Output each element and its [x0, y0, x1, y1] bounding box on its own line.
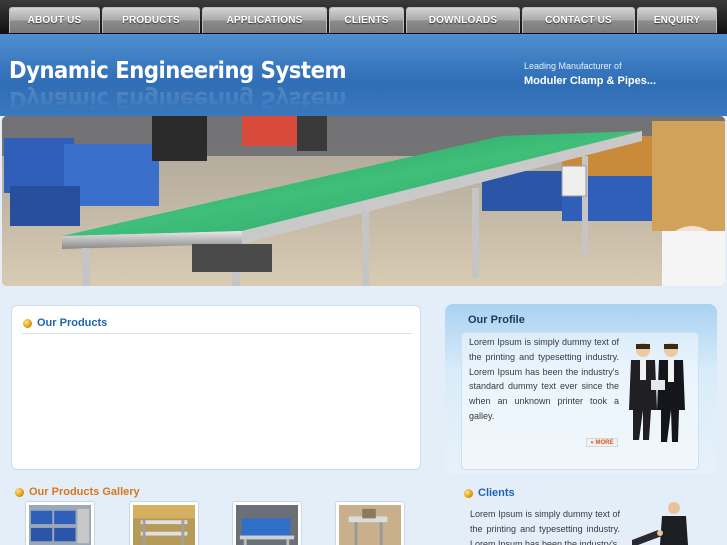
- our-profile-title: Our Profile: [468, 314, 525, 326]
- products-gallery-title: Our Products Gallery: [29, 486, 140, 498]
- header-tagline-bold: Moduler Clamp & Pipes...: [524, 75, 657, 87]
- our-products-title: Our Products: [37, 317, 108, 329]
- bullet-icon: [464, 488, 473, 498]
- gallery-image: [29, 505, 91, 545]
- hero-banner-image: [2, 116, 725, 286]
- nav-contact-us[interactable]: CONTACT US: [522, 7, 635, 33]
- divider: [22, 333, 412, 334]
- bullet-icon: [23, 318, 32, 328]
- site-brand-reflection: Dynamic Engineering System: [9, 86, 347, 112]
- conveyor-photo: [2, 116, 725, 286]
- nav-downloads[interactable]: DOWNLOADS: [406, 7, 520, 33]
- bullet-icon: [15, 487, 24, 497]
- header-tagline-small: Leading Manufacturer of: [524, 61, 622, 71]
- gallery-thumb[interactable]: [335, 501, 405, 545]
- gallery-thumb[interactable]: [232, 501, 302, 545]
- our-profile-panel: Our Profile Lorem Ipsum is simply dummy …: [445, 304, 717, 474]
- gallery-image: [133, 505, 195, 545]
- clients-title: Clients: [478, 487, 515, 499]
- site-header: Dynamic Engineering System Dynamic Engin…: [0, 34, 727, 116]
- clients-text: Lorem Ipsum is simply dummy text of the …: [470, 509, 620, 545]
- gallery-thumb[interactable]: [25, 501, 95, 545]
- nav-clients[interactable]: CLIENTS: [329, 7, 404, 33]
- our-products-panel: Our Products: [11, 305, 421, 470]
- our-products-heading: Our Products: [23, 317, 107, 329]
- profile-text: Lorem Ipsum is simply dummy text of the …: [469, 337, 619, 421]
- products-gallery-heading: Our Products Gallery: [15, 486, 140, 498]
- businessmen-image: [629, 343, 685, 442]
- gallery-image: [339, 505, 401, 545]
- nav-applications[interactable]: APPLICATIONS: [202, 7, 327, 33]
- clients-heading: Clients: [464, 487, 515, 499]
- top-nav: ABOUT US PRODUCTS APPLICATIONS CLIENTS D…: [0, 0, 727, 34]
- more-button[interactable]: » MORE: [586, 438, 618, 447]
- nav-enquiry[interactable]: ENQUIRY: [637, 7, 717, 33]
- nav-about-us[interactable]: ABOUT US: [9, 7, 100, 33]
- gallery-image: [236, 505, 298, 545]
- site-brand[interactable]: Dynamic Engineering System: [9, 58, 347, 84]
- nav-products[interactable]: PRODUCTS: [102, 7, 200, 33]
- gallery-thumb[interactable]: [129, 501, 199, 545]
- handshake-image: [632, 502, 688, 545]
